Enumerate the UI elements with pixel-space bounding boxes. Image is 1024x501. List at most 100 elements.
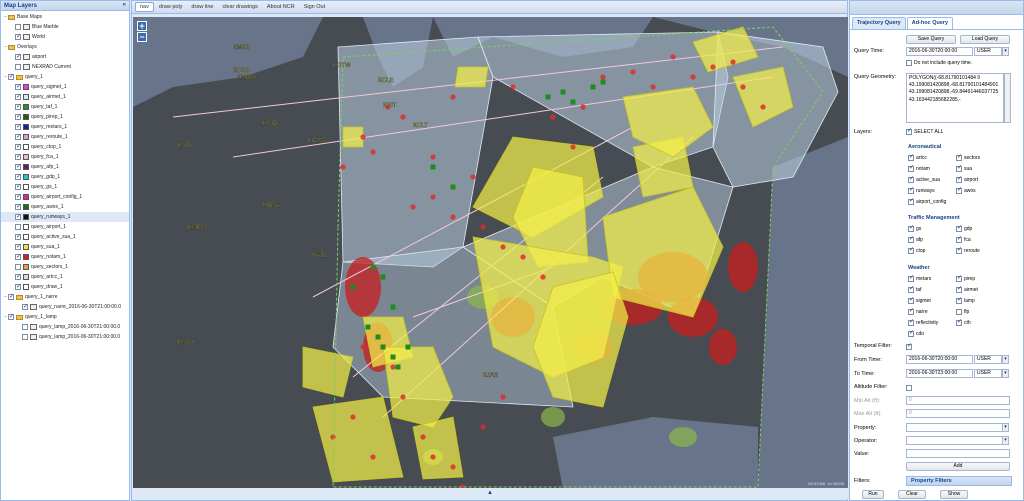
layer-checkbox[interactable] [15,264,21,270]
layer-checkbox[interactable] [15,112,21,122]
temporal-filter-checkbox[interactable] [906,342,912,350]
layer-row[interactable]: query_runways_1 [1,212,129,222]
layer-option-sua[interactable]: sua [956,164,972,172]
layer-option-airport[interactable]: airport [956,175,978,183]
load-query-button[interactable]: Load Query [960,35,1010,44]
save-query-button[interactable]: Save Query [906,35,956,44]
layer-option-reroute[interactable]: reroute [956,246,980,254]
query-time-unit-dropdown-icon[interactable]: ▾ [1002,47,1009,56]
layer-checkbox[interactable] [15,192,21,202]
toolbar-button-clear-drawings[interactable]: clear drawings [218,3,261,11]
layer-checkbox[interactable] [15,182,21,192]
layer-checkbox[interactable] [8,292,14,302]
layer-option-checkbox[interactable] [908,296,914,304]
layer-option-checkbox[interactable] [908,224,914,232]
layer-option-cdo[interactable]: cdo [908,329,924,337]
layer-option-checkbox[interactable] [956,164,962,172]
layer-option-checkbox[interactable] [956,153,962,161]
from-time-dropdown-icon[interactable]: ▾ [1002,355,1009,364]
layer-option-checkbox[interactable] [956,274,962,282]
toolbar-button-sign-out[interactable]: Sign Out [300,3,329,11]
altitude-filter-checkbox[interactable] [906,385,912,391]
layer-checkbox[interactable] [15,32,21,42]
add-filter-button[interactable]: Add [906,462,1010,471]
layer-option-checkbox[interactable] [908,186,914,194]
layer-option-airmet[interactable]: airmet [956,285,978,293]
value-input[interactable] [906,449,1010,458]
tab-adhoc-query[interactable]: Ad-hoc Query [906,17,954,29]
layer-option-checkbox[interactable] [908,175,914,183]
layer-row[interactable]: query_draw_1 [1,282,129,292]
layer-row[interactable]: query_lamp_2016-06-30T21:00:00.0 [1,322,129,332]
layer-option-sectors[interactable]: sectors [956,153,980,161]
layer-option-checkbox[interactable] [908,197,914,205]
layer-checkbox[interactable] [15,92,21,102]
layer-option-cth[interactable]: cth [956,318,971,326]
layer-option-checkbox[interactable] [956,309,962,315]
layer-option-checkbox[interactable] [908,274,914,282]
layer-option-pirep[interactable]: pirep [956,274,975,282]
property-dropdown-icon[interactable]: ▾ [1002,423,1009,432]
geometry-scrollbar[interactable] [1004,73,1011,123]
layer-row[interactable]: − Base Maps [1,12,129,22]
layer-row[interactable]: query_fca_1 [1,152,129,162]
layer-option-artcc[interactable]: artcc [908,153,927,161]
layer-row[interactable]: query_narre_2016-06-30T21:00:00.0 [1,302,129,312]
from-time-input[interactable]: 2016-06-30T20:00:00 [906,355,973,364]
layer-checkbox[interactable] [15,202,21,212]
layer-checkbox[interactable] [15,212,21,222]
layer-row[interactable]: −query_1_lamp [1,312,129,322]
layer-row[interactable]: query_afp_1 [1,162,129,172]
layer-checkbox[interactable] [15,52,21,62]
dont-include-checkbox[interactable] [906,60,912,66]
zoom-in-button[interactable]: + [137,21,147,31]
layer-row[interactable]: airport [1,52,129,62]
select-all-checkbox[interactable] [906,127,912,135]
layer-row[interactable]: query_sua_1 [1,242,129,252]
query-time-input[interactable]: 2016-06-30T20:00:00 [906,47,973,56]
layer-checkbox[interactable] [15,102,21,112]
layer-row[interactable]: query_ctop_1 [1,142,129,152]
layer-checkbox[interactable] [22,334,28,340]
layer-option-airport_config[interactable]: airport_config [908,197,946,205]
layer-row[interactable]: World [1,32,129,42]
layer-checkbox[interactable] [15,272,21,282]
layer-option-checkbox[interactable] [956,285,962,293]
layer-option-ctop[interactable]: ctop [908,246,925,254]
layer-checkbox[interactable] [22,324,28,330]
layer-option-checkbox[interactable] [908,329,914,337]
splitter-arrow-icon[interactable]: ▲ [487,490,493,496]
layer-option-checkbox[interactable] [956,235,962,243]
layer-option-checkbox[interactable] [908,164,914,172]
query-time-unit-select[interactable]: USER [974,47,1002,56]
collapse-left-icon[interactable]: « [123,2,126,8]
layer-row[interactable]: query_gdp_1 [1,172,129,182]
layer-option-checkbox[interactable] [956,318,962,326]
layer-row[interactable]: −query_1_narre [1,292,129,302]
layer-checkbox[interactable] [22,302,28,312]
layer-row[interactable]: query_airport_config_1 [1,192,129,202]
layer-option-active_sua[interactable]: active_sua [908,175,940,183]
layer-option-checkbox[interactable] [908,153,914,161]
clear-button[interactable]: Clear [898,490,926,499]
layer-checkbox[interactable] [15,132,21,142]
layer-option-reflectivity[interactable]: reflectivity [908,318,938,326]
to-time-dropdown-icon[interactable]: ▾ [1002,369,1009,378]
layer-option-gdp[interactable]: gdp [956,224,972,232]
layer-option-taf[interactable]: taf [908,285,922,293]
layer-row[interactable]: NEXRAD Current [1,62,129,72]
layer-option-checkbox[interactable] [956,296,962,304]
layer-row[interactable]: query_pirep_1 [1,112,129,122]
layer-option-checkbox[interactable] [956,224,962,232]
layer-checkbox[interactable] [15,24,21,30]
operator-dropdown-icon[interactable]: ▾ [1002,436,1009,445]
layer-option-sigmet[interactable]: sigmet [908,296,931,304]
layer-option-lamp[interactable]: lamp [956,296,975,304]
layer-row[interactable]: query_gs_1 [1,182,129,192]
layer-option-checkbox[interactable] [908,318,914,326]
layer-option-awos[interactable]: awos [956,186,976,194]
layer-checkbox[interactable] [15,152,21,162]
layer-checkbox[interactable] [15,122,21,132]
layer-row[interactable]: query_airmet_1 [1,92,129,102]
select-all[interactable]: SELECT ALL [906,127,943,135]
